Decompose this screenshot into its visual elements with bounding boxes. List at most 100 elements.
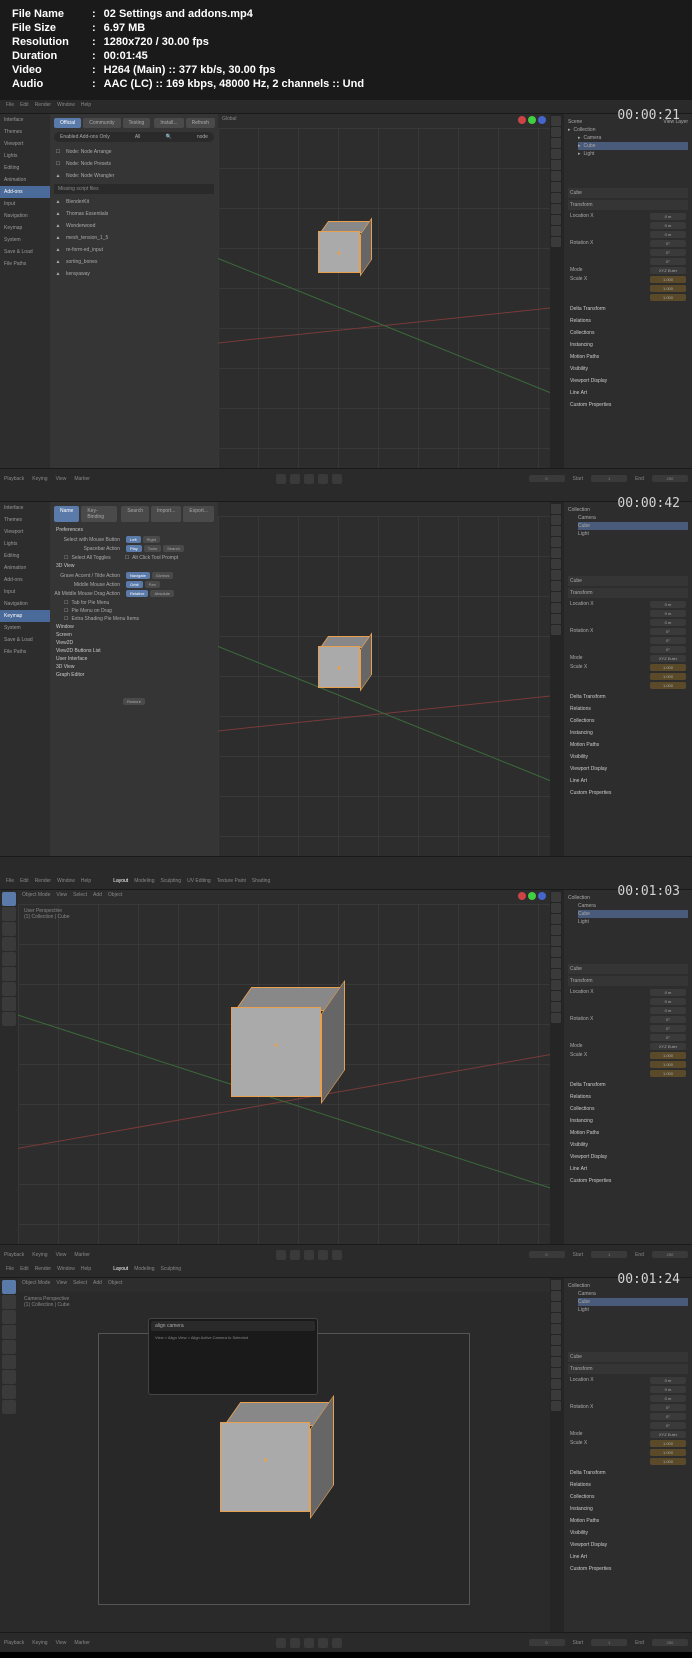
missing-addon[interactable]: ▲BlenderKit [54,197,214,207]
workspace-layout[interactable]: Layout [113,878,128,887]
axis-y-dot[interactable] [528,116,536,124]
menu-render[interactable]: Render [35,102,51,111]
prefs-cat-themes[interactable]: Themes [0,514,50,526]
prop-collections[interactable]: Collections [568,328,688,338]
prefs-cat-input[interactable]: Input [0,586,50,598]
prop-tab-scene[interactable] [551,149,561,159]
prefs-cat-addons[interactable]: Add-ons [0,186,50,198]
prefs-cat-navigation[interactable]: Navigation [0,210,50,222]
tool-transform[interactable] [2,967,16,981]
outliner-collection[interactable]: Collection [574,127,596,133]
location-y[interactable]: 0 m [650,222,686,229]
cube-object[interactable]: ✦ [231,999,281,1049]
outliner[interactable]: Collection Camera Cube Light [564,890,692,960]
km-piedrag[interactable]: Pie Menu on Drag [71,608,111,614]
km-grave-gizmos[interactable]: Gizmos [152,572,174,579]
km-mmb-pan[interactable]: Pan [145,581,160,588]
prop-tab-data[interactable] [551,226,561,236]
start-frame[interactable]: 1 [591,475,627,482]
prop-tab-material[interactable] [551,237,561,247]
km-search[interactable]: Search [121,506,149,522]
menu-file[interactable]: File [6,102,14,111]
tool-annotate[interactable] [2,982,16,996]
addon-tab-community[interactable]: Community [83,118,120,128]
scale-x[interactable]: 1.000 [650,276,686,283]
prop-delta[interactable]: Delta Transform [568,304,688,314]
3d-viewport[interactable]: Object Mode View Select Add Object [18,890,550,1244]
rotation-x[interactable]: 0° [650,240,686,247]
prop-visibility[interactable]: Visibility [568,364,688,374]
km-extrashading[interactable]: Extra Shading Pie Menu Items [71,616,139,622]
prop-relations[interactable]: Relations [568,316,688,326]
km-space-tools[interactable]: Tools [144,545,161,552]
workspace-texture[interactable]: Texture Paint [217,878,246,887]
addon-filter-enabled[interactable]: Enabled Add-ons Only [60,134,110,140]
tool-select-box[interactable] [2,1280,16,1294]
tool-select-box[interactable] [2,892,16,906]
tool-annotate[interactable] [2,1370,16,1384]
menu-object[interactable]: Object [108,892,122,902]
prefs-cat-editing[interactable]: Editing [0,162,50,174]
km-grave-navigate[interactable]: Navigate [126,572,150,579]
checkbox-icon[interactable]: ☐ [64,600,68,606]
prop-tab-output[interactable] [551,127,561,137]
axis-x-dot[interactable] [518,892,526,900]
cube-object[interactable]: ✦ [318,638,368,688]
missing-addon[interactable]: ▲re-form-ed_input [54,245,214,255]
km-expand-view2d[interactable]: View2D [54,639,214,647]
tool-add-cube[interactable] [2,1012,16,1026]
addon-search[interactable]: node [197,134,208,140]
prop-tab-constraint[interactable] [551,215,561,225]
prefs-cat-animation[interactable]: Animation [0,562,50,574]
axis-z-dot[interactable] [538,892,546,900]
global-orient[interactable]: Global [222,116,236,126]
checkbox-icon[interactable]: ☐ [54,161,62,167]
tool-move[interactable] [2,1310,16,1324]
tool-scale[interactable] [2,952,16,966]
addon-filter-all[interactable]: All [135,134,141,140]
mode-dropdown[interactable]: Object Mode [22,892,50,902]
km-expand-ui[interactable]: User Interface [54,655,214,663]
tool-transform[interactable] [2,1355,16,1369]
prop-tab-object[interactable] [551,171,561,181]
km-selectall-toggle[interactable]: Select All Toggles [71,555,110,561]
prefs-cat-filepaths[interactable]: File Paths [0,646,50,658]
location-x[interactable]: 0 m [650,213,686,220]
addon-refresh[interactable]: Refresh [186,118,216,128]
axis-x-dot[interactable] [518,116,526,124]
axis-y-dot[interactable] [528,892,536,900]
km-space-play[interactable]: Play [126,545,142,552]
workspace-modeling[interactable]: Modeling [134,878,154,887]
axis-z-dot[interactable] [538,116,546,124]
km-3dview-section[interactable]: 3D View [54,562,214,570]
search-input[interactable]: align camera [151,1321,315,1331]
cube-object[interactable]: ✦ [318,223,368,273]
prefs-cat-viewport[interactable]: Viewport [0,526,50,538]
km-preferences-section[interactable]: Preferences [54,526,214,534]
outliner-cube[interactable]: Cube [584,143,596,149]
km-select-right[interactable]: Right [143,536,160,543]
km-export[interactable]: Export... [183,506,214,522]
menu-help[interactable]: Help [81,102,91,111]
checkbox-icon[interactable]: ☐ [64,555,68,561]
tool-rotate[interactable] [2,937,16,951]
km-restore-button[interactable]: Restore [123,698,145,705]
km-tab-keybinding[interactable]: Key-Binding [81,506,117,522]
prop-viewport-display[interactable]: Viewport Display [568,376,688,386]
timeline[interactable]: Playback Keying View Marker 0 Start 1 En… [0,1632,692,1652]
prefs-cat-keymap[interactable]: Keymap [0,610,50,622]
menu-add[interactable]: Add [93,892,102,902]
prop-tab-modifier[interactable] [551,182,561,192]
prefs-cat-system[interactable]: System [0,622,50,634]
outliner-camera[interactable]: Camera [584,135,602,141]
tool-cursor[interactable] [2,1295,16,1309]
checkbox-icon[interactable]: ☐ [64,608,68,614]
tl-view[interactable]: View [56,476,67,482]
timeline[interactable]: Playback Keying View Marker 0 Start 1 En… [0,1244,692,1264]
prefs-cat-saveload[interactable]: Save & Load [0,246,50,258]
play-next-icon[interactable] [318,474,328,484]
tool-measure[interactable] [2,1385,16,1399]
prefs-cat-animation[interactable]: Animation [0,174,50,186]
prefs-cat-editing[interactable]: Editing [0,550,50,562]
3d-viewport[interactable]: Object Mode View Select Add Object ✦ Cam… [18,1278,550,1632]
